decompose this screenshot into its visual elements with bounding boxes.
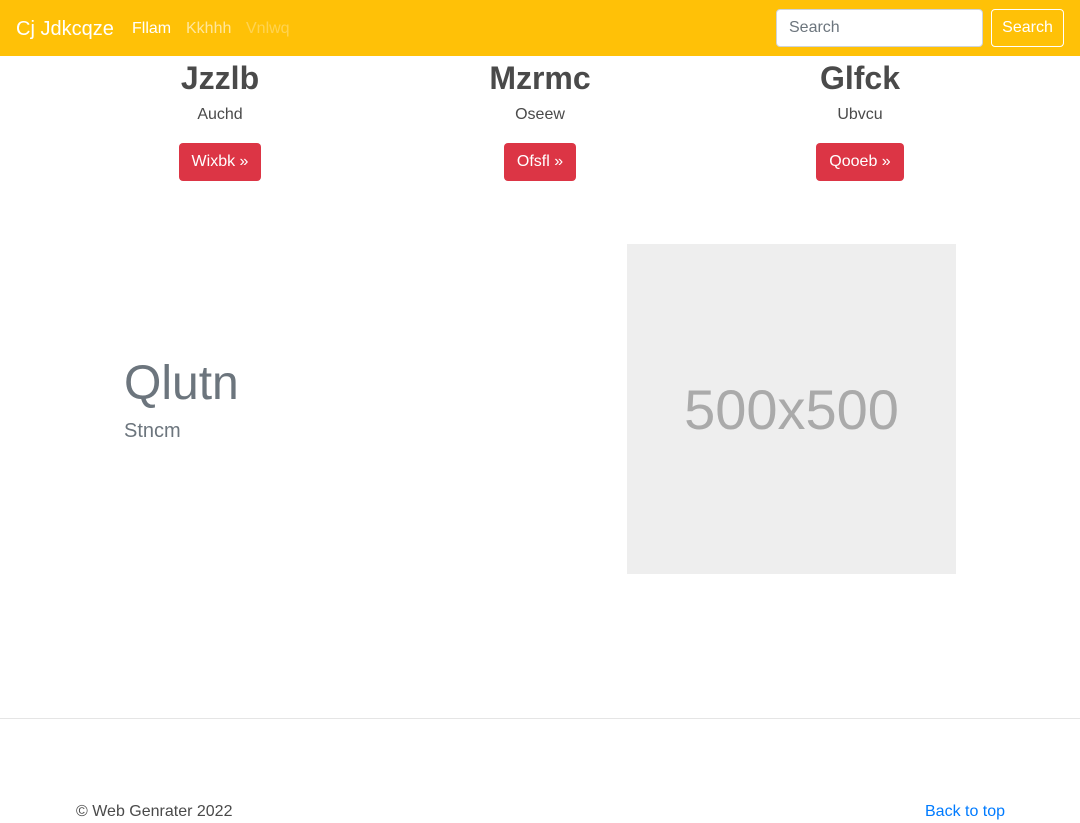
column-button[interactable]: Qooeb » bbox=[816, 143, 904, 181]
column-heading: Glfck bbox=[819, 60, 901, 96]
placeholder-image-label: 500x500 bbox=[684, 377, 899, 441]
column-heading: Mzrmc bbox=[489, 60, 591, 96]
nav-link-fllam[interactable]: Fllam bbox=[132, 19, 171, 39]
column-text: Auchd bbox=[197, 106, 243, 123]
back-to-top-link[interactable]: Back to top bbox=[925, 802, 1005, 822]
column-heading: Jzzlb bbox=[180, 60, 260, 96]
nav-link-vnlwq: Vnlwq bbox=[246, 20, 290, 37]
navbar-brand[interactable]: Cj Jdkcqze bbox=[16, 16, 114, 42]
column-1: Jzzlb Auchd Wixbk » bbox=[60, 56, 380, 181]
column-text: Oseew bbox=[515, 106, 565, 123]
navbar: Cj Jdkcqze Fllam Kkhhh Vnlwq Search bbox=[0, 0, 1080, 56]
featurette-subheading: Stncm bbox=[124, 420, 181, 442]
nav-link-kkhhh[interactable]: Kkhhh bbox=[186, 19, 231, 39]
placeholder-image: 500x500 bbox=[627, 244, 956, 574]
column-text: Ubvcu bbox=[837, 106, 883, 123]
footer-divider bbox=[0, 718, 1080, 719]
footer-copyright: © Web Genrater 2022 bbox=[76, 803, 233, 820]
column-2: Mzrmc Oseew Ofsfl » bbox=[380, 56, 700, 181]
search-input[interactable] bbox=[776, 9, 983, 47]
column-button[interactable]: Wixbk » bbox=[178, 143, 262, 181]
search-button[interactable]: Search bbox=[991, 9, 1064, 47]
column-button[interactable]: Ofsfl » bbox=[503, 143, 577, 181]
column-3: Glfck Ubvcu Qooeb » bbox=[700, 56, 1020, 181]
featurette-heading: Qlutn bbox=[124, 357, 239, 410]
